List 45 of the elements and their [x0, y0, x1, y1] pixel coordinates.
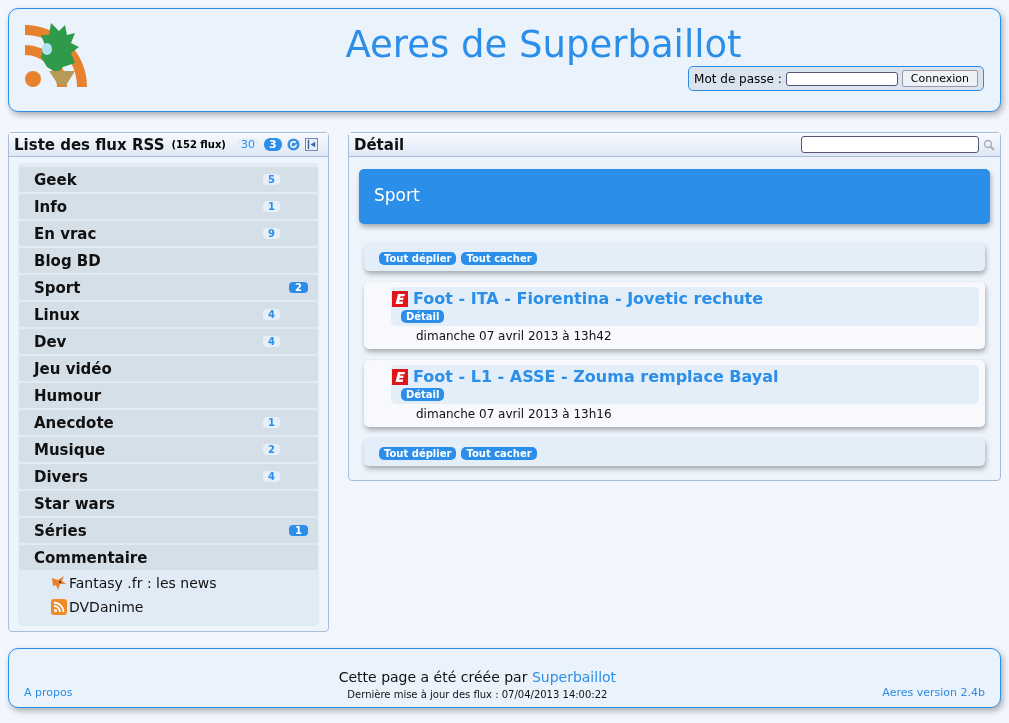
login-button[interactable]: Connexion [901, 70, 978, 87]
source-logo-icon [392, 368, 408, 385]
unread-badge: 1 [263, 201, 280, 212]
unread-badge: 1 [289, 525, 308, 536]
category-item[interactable]: Sport 2 [19, 275, 318, 300]
panel-title: Détail [354, 135, 405, 154]
refresh-icon[interactable] [286, 138, 300, 151]
search-field[interactable] [801, 136, 979, 153]
category-item[interactable]: En vrac 9 [19, 221, 318, 246]
category-item[interactable]: Anecdote 1 [19, 410, 318, 435]
category-item[interactable]: Geek 5 [19, 167, 318, 192]
unread-badge: 4 [263, 336, 280, 347]
category-item[interactable]: Linux 4 [19, 302, 318, 327]
site-title: Aeres de Superbaillot [345, 23, 742, 66]
unread-badge: 4 [263, 309, 280, 320]
unread-badge: 1 [263, 417, 280, 428]
category-item[interactable]: Humour [19, 383, 318, 408]
category-item[interactable]: Info 1 [19, 194, 318, 219]
category-item[interactable]: Musique 2 [19, 437, 318, 462]
category-item[interactable]: Star wars [19, 491, 318, 516]
feed-link[interactable]: Fantasy .fr : les news [69, 575, 217, 591]
category-item[interactable]: Divers 4 [19, 464, 318, 489]
category-item[interactable]: Séries 1 [19, 518, 318, 543]
unread-badge: 5 [263, 174, 280, 185]
credit-text: Cette page a été créée par [338, 668, 528, 685]
unread-badge: 2 [289, 282, 308, 293]
unread-badge: 9 [263, 228, 280, 239]
feed-link[interactable]: DVDanime [69, 599, 144, 615]
last-update-text: Dernière mise à jour des flux : 07/04/2013 14:00:22 [347, 688, 608, 700]
category-item[interactable]: Blog BD [19, 248, 318, 273]
password-field[interactable] [785, 71, 898, 86]
category-item[interactable]: Dev 4 [19, 329, 318, 354]
article-date: dimanche 07 avril 2013 à 13h42 [415, 328, 613, 345]
source-logo-icon [392, 290, 408, 307]
rss-icon [51, 599, 67, 615]
feed-count: (152 flux) [171, 139, 226, 150]
category-item[interactable]: Jeu vidéo [19, 356, 318, 381]
article-date: dimanche 07 avril 2013 à 13h16 [415, 406, 613, 423]
unread-badge: 2 [263, 444, 280, 455]
panel-title: Liste des flux RSS [14, 135, 165, 154]
category-banner: Sport [359, 169, 990, 224]
password-label: Mot de passe : [694, 71, 782, 86]
collapse-icon[interactable] [304, 138, 318, 151]
category-item[interactable]: Commentaire [19, 545, 318, 570]
unread-badge: 4 [263, 471, 280, 482]
